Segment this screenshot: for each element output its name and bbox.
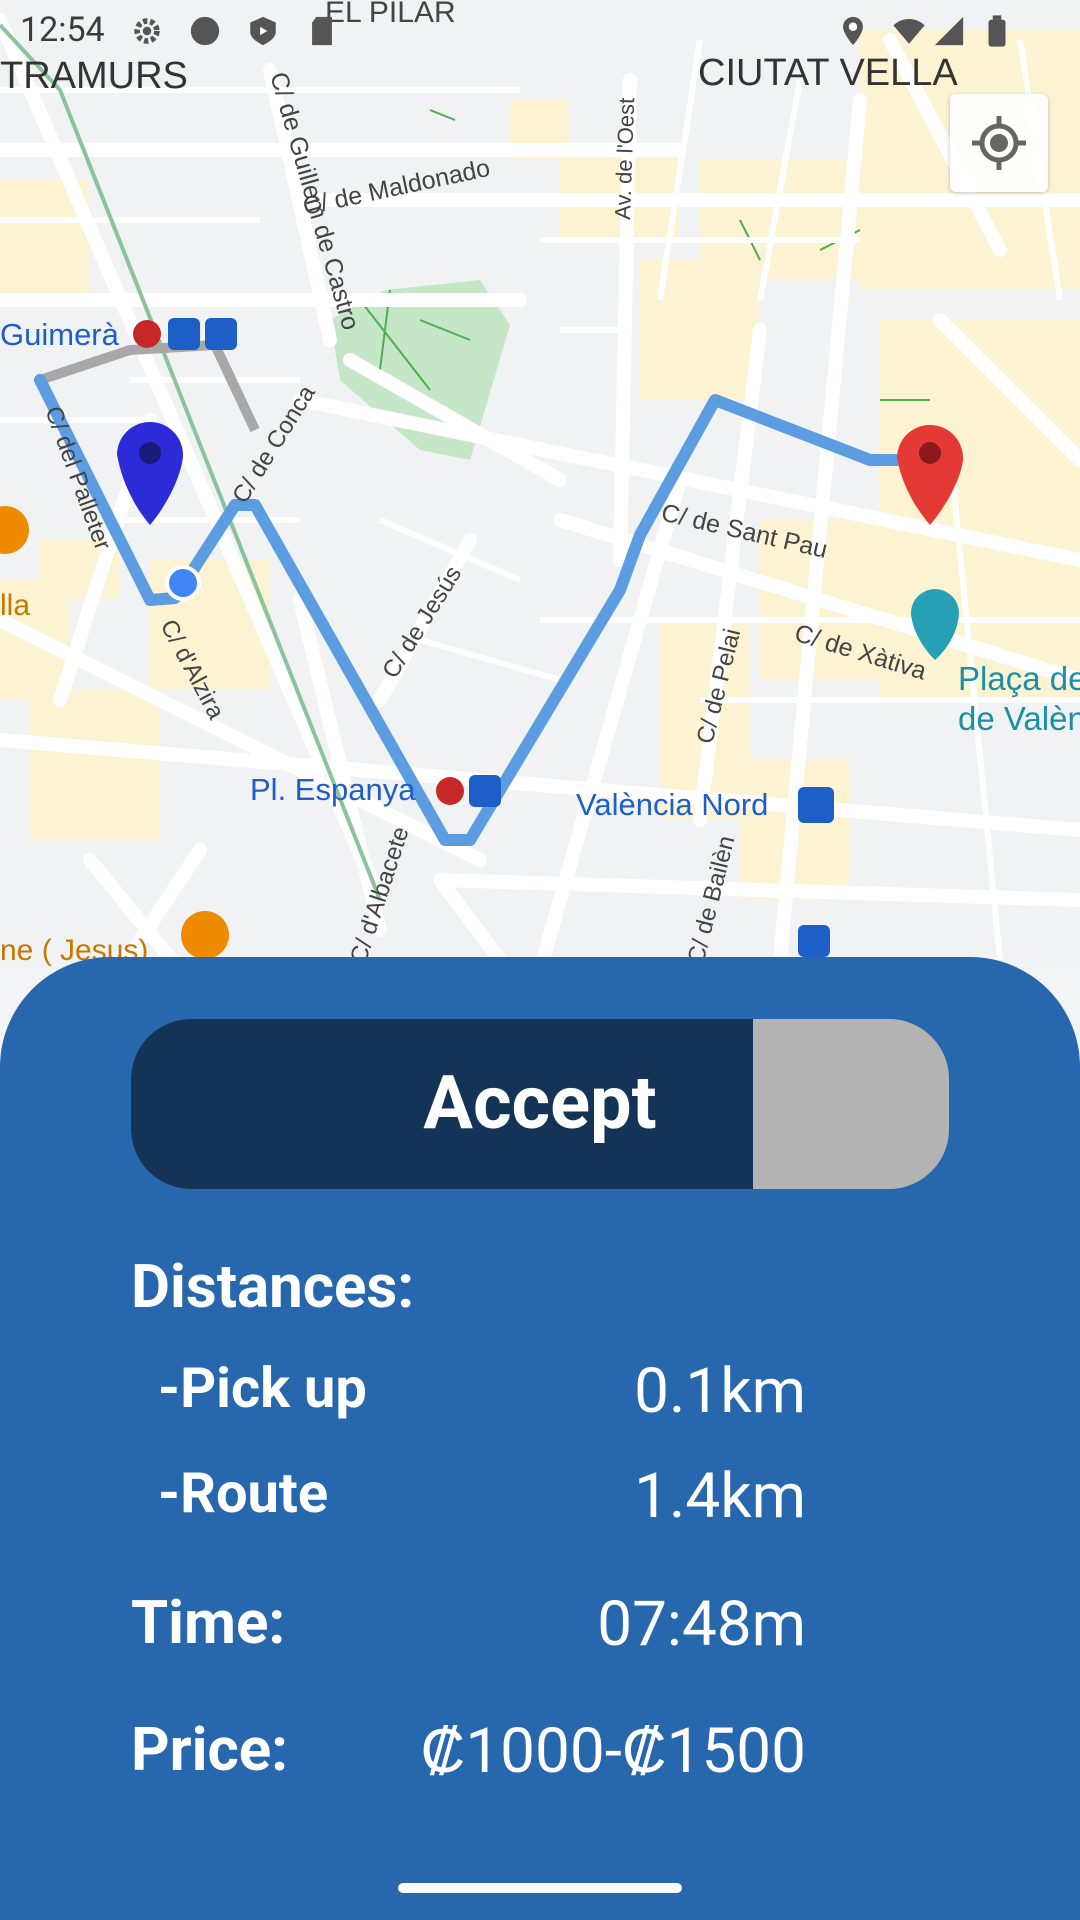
place-label: lla	[0, 589, 30, 622]
price-label: Price:	[131, 1714, 289, 1785]
place-label: de Valèn	[958, 700, 1080, 737]
map-view[interactable]: EL PILAR TRAMURS CIUTAT VELLA C/ de Guil…	[0, 0, 1080, 970]
route-label: -Route	[158, 1460, 329, 1526]
station-label: Guimerà	[0, 317, 120, 352]
my-location-button[interactable]	[950, 94, 1048, 192]
time-label: Time:	[131, 1587, 286, 1658]
route-distance: 1.4km	[634, 1460, 806, 1533]
accept-label: Accept	[423, 1060, 657, 1147]
metro-icon	[133, 318, 237, 350]
play-shield-icon	[250, 16, 276, 46]
pickup-label: -Pick up	[158, 1355, 367, 1421]
price-value: ₡1000-₡1500	[420, 1715, 806, 1788]
settings-icon	[134, 18, 160, 44]
sd-card-icon	[312, 16, 332, 46]
street-label: Av. de l'Oest	[610, 97, 639, 220]
wifi-icon	[893, 18, 925, 44]
place-label: Plaça de	[958, 660, 1080, 697]
accept-slider[interactable]: Accept	[131, 1019, 949, 1189]
status-bar: 12:54	[0, 0, 1080, 60]
pickup-distance: 0.1km	[634, 1355, 806, 1428]
home-indicator[interactable]	[398, 1883, 682, 1893]
battery-icon	[988, 15, 1006, 47]
location-icon	[843, 16, 863, 46]
circle-icon	[190, 16, 220, 46]
station-label: Pl. Espanya	[250, 772, 416, 807]
station-label: València Nord	[576, 787, 768, 822]
trip-details-panel: Accept Distances: -Pick up 0.1km -Route …	[0, 957, 1080, 1920]
district-label: TRAMURS	[0, 55, 188, 97]
time-value: 07:48m	[597, 1588, 806, 1661]
signal-icon	[934, 16, 964, 46]
status-time: 12:54	[20, 10, 105, 50]
crosshair-icon	[972, 116, 1026, 170]
distances-heading: Distances:	[131, 1251, 415, 1322]
